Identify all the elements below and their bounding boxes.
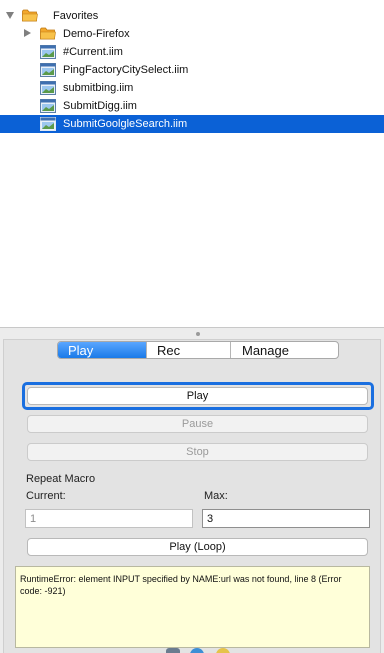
max-label: Max: [204, 490, 228, 502]
play-loop-button[interactable]: Play (Loop) [27, 538, 368, 556]
tab-rec[interactable]: Rec [147, 342, 231, 358]
tab-play[interactable]: Play [58, 342, 147, 358]
settings-icon[interactable] [166, 648, 180, 653]
current-label: Current: [26, 490, 66, 502]
tree-item-label: submitbing.iim [63, 82, 134, 94]
error-message-box: RuntimeError: element INPUT specified by… [15, 566, 370, 648]
stop-button[interactable]: Stop [27, 443, 368, 461]
repeat-macro-heading: Repeat Macro [26, 473, 96, 485]
tree-item-submitdigg[interactable]: SubmitDigg.iim [0, 97, 384, 115]
tree-root-label: Favorites [53, 10, 99, 22]
tree-item-label: PingFactoryCitySelect.iim [63, 64, 189, 76]
macro-file-icon [40, 117, 56, 131]
folder-icon [22, 9, 38, 22]
panel-splitter[interactable] [0, 329, 384, 339]
folder-icon [40, 27, 56, 40]
tree-item-pingfactory[interactable]: PingFactoryCitySelect.iim [0, 61, 384, 79]
current-field: 1 [25, 509, 193, 528]
tree-item-demo-firefox[interactable]: Demo-Firefox [0, 25, 384, 43]
pause-button[interactable]: Pause [27, 415, 368, 433]
tree-item-label: Demo-Firefox [63, 28, 130, 40]
tree-item-label: SubmitDigg.iim [63, 100, 137, 112]
macro-file-icon [40, 99, 56, 113]
tree-item-current[interactable]: #Current.iim [0, 43, 384, 61]
max-field[interactable]: 3 [202, 509, 370, 528]
macro-file-icon [40, 81, 56, 95]
tree-item-submitbing[interactable]: submitbing.iim [0, 79, 384, 97]
collapse-arrow-icon[interactable] [24, 29, 31, 37]
macro-file-icon [40, 63, 56, 77]
tree-item-submitgoolglesearch[interactable]: SubmitGoolgleSearch.iim [0, 115, 384, 133]
tab-manage[interactable]: Manage [231, 342, 338, 358]
tree-item-label: #Current.iim [63, 46, 123, 58]
tab-bar: Play Rec Manage [57, 341, 339, 359]
splitter-grip-icon[interactable] [196, 332, 200, 336]
macro-tree[interactable]: Favorites Demo-Firefox #Current.iim Ping… [0, 0, 384, 328]
play-button[interactable]: Play [27, 387, 368, 405]
error-message-text: RuntimeError: element INPUT specified by… [20, 574, 342, 596]
macro-file-icon [40, 45, 56, 59]
expand-arrow-icon[interactable] [6, 12, 14, 19]
tree-root-favorites[interactable]: Favorites [0, 7, 384, 25]
tree-item-label: SubmitGoolgleSearch.iim [63, 118, 188, 130]
